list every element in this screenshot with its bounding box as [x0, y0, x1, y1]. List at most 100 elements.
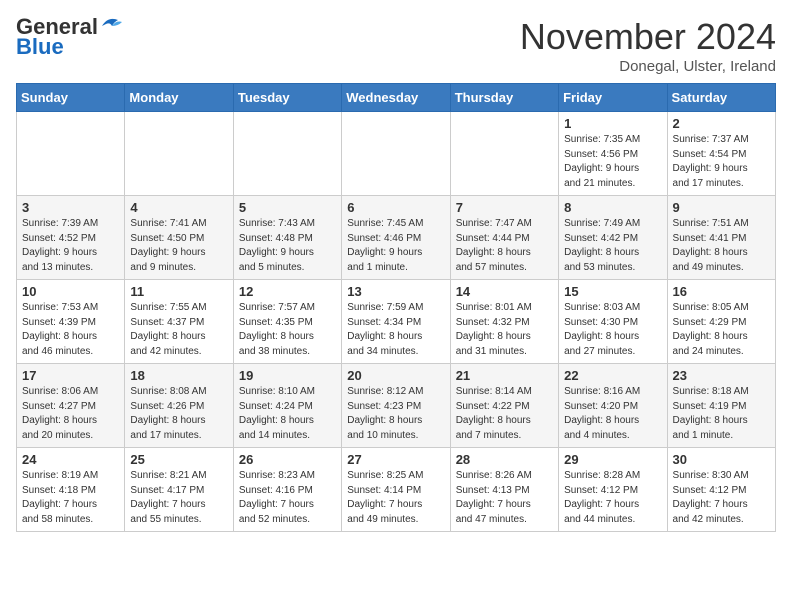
day-number: 4	[130, 200, 227, 215]
weekday-header-wednesday: Wednesday	[342, 84, 450, 112]
weekday-header-thursday: Thursday	[450, 84, 558, 112]
calendar-cell: 1 Sunrise: 7:35 AM Sunset: 4:56 PM Daylig…	[559, 112, 667, 196]
calendar-week-1: 1 Sunrise: 7:35 AM Sunset: 4:56 PM Daylig…	[17, 112, 776, 196]
calendar-cell: 26 Sunrise: 8:23 AM Sunset: 4:16 PM Dayli…	[233, 448, 341, 532]
day-info: Sunrise: 7:55 AM Sunset: 4:37 PM Dayligh…	[130, 301, 227, 359]
day-number: 25	[130, 452, 227, 467]
day-number: 2	[673, 116, 770, 131]
logo-bird-icon	[100, 16, 122, 34]
day-number: 14	[456, 284, 553, 299]
day-info: Sunrise: 7:53 AM Sunset: 4:39 PM Dayligh…	[22, 301, 119, 359]
calendar-cell	[233, 112, 341, 196]
day-info: Sunrise: 8:28 AM Sunset: 4:12 PM Dayligh…	[564, 469, 661, 527]
calendar-cell: 10 Sunrise: 7:53 AM Sunset: 4:39 PM Dayli…	[17, 280, 125, 364]
day-info: Sunrise: 7:49 AM Sunset: 4:42 PM Dayligh…	[564, 217, 661, 275]
day-number: 15	[564, 284, 661, 299]
day-number: 20	[347, 368, 444, 383]
weekday-header-monday: Monday	[125, 84, 233, 112]
calendar-cell: 14 Sunrise: 8:01 AM Sunset: 4:32 PM Dayli…	[450, 280, 558, 364]
day-info: Sunrise: 7:37 AM Sunset: 4:54 PM Dayligh…	[673, 133, 770, 191]
day-number: 19	[239, 368, 336, 383]
day-number: 28	[456, 452, 553, 467]
day-info: Sunrise: 8:05 AM Sunset: 4:29 PM Dayligh…	[673, 301, 770, 359]
calendar-cell	[17, 112, 125, 196]
calendar-cell: 6 Sunrise: 7:45 AM Sunset: 4:46 PM Daylig…	[342, 196, 450, 280]
day-number: 13	[347, 284, 444, 299]
calendar-cell: 17 Sunrise: 8:06 AM Sunset: 4:27 PM Dayli…	[17, 364, 125, 448]
day-info: Sunrise: 8:30 AM Sunset: 4:12 PM Dayligh…	[673, 469, 770, 527]
calendar-cell: 27 Sunrise: 8:25 AM Sunset: 4:14 PM Dayli…	[342, 448, 450, 532]
month-title: November 2024	[520, 16, 776, 58]
calendar-week-5: 24 Sunrise: 8:19 AM Sunset: 4:18 PM Dayli…	[17, 448, 776, 532]
calendar-cell: 25 Sunrise: 8:21 AM Sunset: 4:17 PM Dayli…	[125, 448, 233, 532]
calendar-cell: 11 Sunrise: 7:55 AM Sunset: 4:37 PM Dayli…	[125, 280, 233, 364]
day-number: 11	[130, 284, 227, 299]
day-info: Sunrise: 7:59 AM Sunset: 4:34 PM Dayligh…	[347, 301, 444, 359]
day-info: Sunrise: 7:35 AM Sunset: 4:56 PM Dayligh…	[564, 133, 661, 191]
day-number: 27	[347, 452, 444, 467]
calendar-week-3: 10 Sunrise: 7:53 AM Sunset: 4:39 PM Dayli…	[17, 280, 776, 364]
calendar-cell	[450, 112, 558, 196]
day-number: 7	[456, 200, 553, 215]
day-number: 10	[22, 284, 119, 299]
day-number: 18	[130, 368, 227, 383]
calendar-cell: 5 Sunrise: 7:43 AM Sunset: 4:48 PM Daylig…	[233, 196, 341, 280]
day-info: Sunrise: 8:19 AM Sunset: 4:18 PM Dayligh…	[22, 469, 119, 527]
day-info: Sunrise: 8:06 AM Sunset: 4:27 PM Dayligh…	[22, 385, 119, 443]
page-header: General Blue November 2024 Donegal, Ulst…	[16, 16, 776, 75]
day-info: Sunrise: 8:23 AM Sunset: 4:16 PM Dayligh…	[239, 469, 336, 527]
calendar-cell: 20 Sunrise: 8:12 AM Sunset: 4:23 PM Dayli…	[342, 364, 450, 448]
day-number: 9	[673, 200, 770, 215]
day-info: Sunrise: 8:21 AM Sunset: 4:17 PM Dayligh…	[130, 469, 227, 527]
day-info: Sunrise: 8:01 AM Sunset: 4:32 PM Dayligh…	[456, 301, 553, 359]
day-info: Sunrise: 7:39 AM Sunset: 4:52 PM Dayligh…	[22, 217, 119, 275]
calendar-cell: 19 Sunrise: 8:10 AM Sunset: 4:24 PM Dayli…	[233, 364, 341, 448]
day-info: Sunrise: 7:43 AM Sunset: 4:48 PM Dayligh…	[239, 217, 336, 275]
day-info: Sunrise: 7:45 AM Sunset: 4:46 PM Dayligh…	[347, 217, 444, 275]
logo-blue: Blue	[16, 36, 64, 58]
day-number: 23	[673, 368, 770, 383]
day-info: Sunrise: 7:51 AM Sunset: 4:41 PM Dayligh…	[673, 217, 770, 275]
calendar-cell: 28 Sunrise: 8:26 AM Sunset: 4:13 PM Dayli…	[450, 448, 558, 532]
day-number: 24	[22, 452, 119, 467]
day-number: 29	[564, 452, 661, 467]
calendar-cell: 3 Sunrise: 7:39 AM Sunset: 4:52 PM Daylig…	[17, 196, 125, 280]
calendar-cell: 4 Sunrise: 7:41 AM Sunset: 4:50 PM Daylig…	[125, 196, 233, 280]
weekday-header-sunday: Sunday	[17, 84, 125, 112]
day-info: Sunrise: 8:25 AM Sunset: 4:14 PM Dayligh…	[347, 469, 444, 527]
day-number: 12	[239, 284, 336, 299]
calendar-cell: 18 Sunrise: 8:08 AM Sunset: 4:26 PM Dayli…	[125, 364, 233, 448]
day-info: Sunrise: 8:26 AM Sunset: 4:13 PM Dayligh…	[456, 469, 553, 527]
location: Donegal, Ulster, Ireland	[520, 58, 776, 75]
day-info: Sunrise: 7:41 AM Sunset: 4:50 PM Dayligh…	[130, 217, 227, 275]
day-number: 21	[456, 368, 553, 383]
calendar-cell: 21 Sunrise: 8:14 AM Sunset: 4:22 PM Dayli…	[450, 364, 558, 448]
calendar-cell: 7Sunrise: 7:47 AM Sunset: 4:44 PM Daylig…	[450, 196, 558, 280]
day-info: Sunrise: 7:57 AM Sunset: 4:35 PM Dayligh…	[239, 301, 336, 359]
day-number: 6	[347, 200, 444, 215]
day-number: 5	[239, 200, 336, 215]
day-info: Sunrise: 8:10 AM Sunset: 4:24 PM Dayligh…	[239, 385, 336, 443]
day-info: Sunrise: 8:12 AM Sunset: 4:23 PM Dayligh…	[347, 385, 444, 443]
day-number: 26	[239, 452, 336, 467]
calendar-cell: 24 Sunrise: 8:19 AM Sunset: 4:18 PM Dayli…	[17, 448, 125, 532]
calendar-cell: 13 Sunrise: 7:59 AM Sunset: 4:34 PM Dayli…	[342, 280, 450, 364]
day-number: 1	[564, 116, 661, 131]
day-number: 3	[22, 200, 119, 215]
day-info: Sunrise: 8:14 AM Sunset: 4:22 PM Dayligh…	[456, 385, 553, 443]
day-number: 17	[22, 368, 119, 383]
calendar-cell: 23Sunrise: 8:18 AM Sunset: 4:19 PM Dayli…	[667, 364, 775, 448]
weekday-header-tuesday: Tuesday	[233, 84, 341, 112]
calendar-week-2: 3 Sunrise: 7:39 AM Sunset: 4:52 PM Daylig…	[17, 196, 776, 280]
calendar-cell	[342, 112, 450, 196]
calendar-cell: 30Sunrise: 8:30 AM Sunset: 4:12 PM Dayli…	[667, 448, 775, 532]
calendar-cell: 2 Sunrise: 7:37 AM Sunset: 4:54 PM Daylig…	[667, 112, 775, 196]
calendar-cell: 8 Sunrise: 7:49 AM Sunset: 4:42 PM Daylig…	[559, 196, 667, 280]
weekday-header-friday: Friday	[559, 84, 667, 112]
calendar-cell	[125, 112, 233, 196]
calendar-cell: 22Sunrise: 8:16 AM Sunset: 4:20 PM Dayli…	[559, 364, 667, 448]
calendar-week-4: 17 Sunrise: 8:06 AM Sunset: 4:27 PM Dayli…	[17, 364, 776, 448]
calendar-cell: 9 Sunrise: 7:51 AM Sunset: 4:41 PM Daylig…	[667, 196, 775, 280]
day-info: Sunrise: 8:08 AM Sunset: 4:26 PM Dayligh…	[130, 385, 227, 443]
day-number: 8	[564, 200, 661, 215]
